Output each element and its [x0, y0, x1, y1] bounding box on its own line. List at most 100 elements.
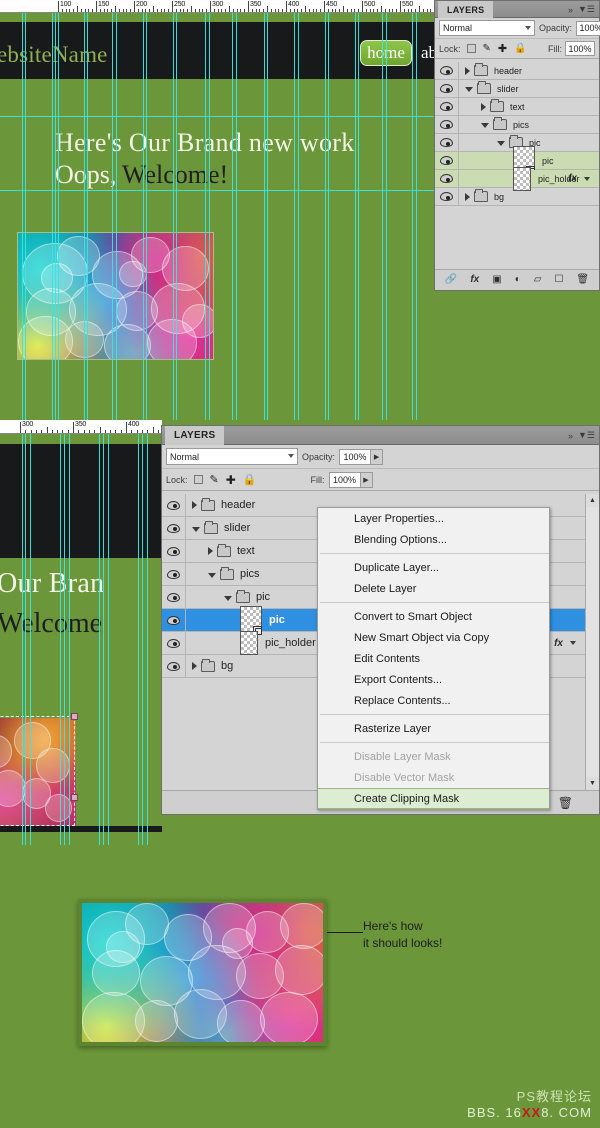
- top-horizontal-ruler[interactable]: 100150200250300350400450500550600: [0, 0, 435, 13]
- fx-icon[interactable]: fx: [470, 275, 479, 285]
- lock-image-pixels-icon-bottom[interactable]: ✎: [210, 473, 219, 486]
- chevron-right-icon[interactable]: [481, 102, 486, 111]
- layers-panel-bottom-tab-controls[interactable]: » ▼☰: [568, 430, 595, 441]
- chevron-down-icon[interactable]: [224, 595, 232, 601]
- layer-visibility-toggle[interactable]: [162, 655, 186, 677]
- lock-row-top[interactable]: Lock: ✎ ✚ 🔒 Fill: 100%: [435, 39, 599, 59]
- layer-row-body[interactable]: pics: [459, 116, 599, 133]
- mockup-nav-home-button[interactable]: home: [360, 40, 412, 66]
- layer-list-scrollbar[interactable]: ▲ ▼: [585, 494, 599, 790]
- context-menu-item[interactable]: Blending Options...: [318, 529, 549, 550]
- scroll-down-arrow-icon[interactable]: ▼: [586, 777, 599, 790]
- lock-row-bottom[interactable]: Lock: ✎ ✚ 🔒 Fill: 100% ▶: [162, 469, 599, 491]
- layer-visibility-toggle[interactable]: [162, 609, 186, 631]
- fill-value-top[interactable]: 100%: [565, 41, 595, 56]
- layer-row-body[interactable]: text: [459, 98, 599, 115]
- chevron-down-icon[interactable]: [465, 87, 473, 92]
- top-canvas[interactable]: ebsiteName home ab Here's Our Brand new …: [0, 0, 435, 420]
- opacity-stepper-bottom[interactable]: ▶: [371, 448, 384, 465]
- layer-visibility-toggle[interactable]: [435, 80, 459, 97]
- layer-visibility-toggle[interactable]: [162, 563, 186, 585]
- context-menu-item[interactable]: Rasterize Layer: [318, 718, 549, 739]
- collapse-panel-icon[interactable]: »: [568, 5, 573, 15]
- context-menu-item[interactable]: Duplicate Layer...: [318, 557, 549, 578]
- layer-row-text[interactable]: text: [435, 98, 599, 116]
- fx-expand-chevron-icon[interactable]: [570, 641, 576, 645]
- layer-row-slider[interactable]: slider: [435, 80, 599, 98]
- layer-row-pic_holder[interactable]: pic_holder fx: [435, 166, 599, 191]
- fx-indicator-icon[interactable]: fx: [554, 638, 563, 649]
- context-menu-item[interactable]: Create Clipping Mask: [318, 788, 549, 809]
- layers-panel-top-tabbar[interactable]: LAYERS » ▼☰: [435, 1, 599, 18]
- lock-icons-bottom[interactable]: ✎ ✚ 🔒: [193, 473, 257, 487]
- mockup-nav-about-text[interactable]: ab: [421, 43, 435, 63]
- layer-visibility-toggle[interactable]: [162, 586, 186, 608]
- lock-all-icon[interactable]: 🔒: [514, 43, 526, 54]
- blend-row-top[interactable]: Normal Opacity: 100% ▶: [435, 18, 600, 39]
- layers-panel-top[interactable]: LAYERS » ▼☰ Normal Opacity: 100% ▶ Lock:…: [434, 0, 600, 291]
- layers-panel-top-tab-controls[interactable]: » ▼☰: [568, 4, 595, 15]
- layer-row-body[interactable]: header: [459, 62, 599, 79]
- opacity-value-top[interactable]: 100%: [576, 20, 600, 36]
- fill-stepper-bottom[interactable]: ▶: [360, 471, 373, 488]
- add-mask-icon[interactable]: ▣: [492, 275, 501, 285]
- adjustment-icon[interactable]: ◐: [515, 275, 521, 285]
- layer-visibility-toggle[interactable]: [435, 116, 459, 133]
- layer-row-pics[interactable]: pics: [435, 116, 599, 134]
- chevron-right-icon[interactable]: [192, 662, 197, 670]
- layer-list-top[interactable]: header slider text pics pic pic pic_holder fx bg: [435, 62, 599, 224]
- context-menu-item[interactable]: Convert to Smart Object: [318, 606, 549, 627]
- trash-icon[interactable]: 🗑: [558, 797, 573, 809]
- layer-visibility-toggle[interactable]: [435, 188, 459, 205]
- blend-mode-select-top[interactable]: Normal: [439, 20, 535, 36]
- chevron-right-icon[interactable]: [465, 192, 470, 201]
- layers-panel-bottom-tabbar[interactable]: LAYERS » ▼☰: [162, 426, 599, 445]
- context-menu-item[interactable]: Delete Layer: [318, 578, 549, 599]
- layer-row-body[interactable]: bg: [459, 188, 599, 205]
- layer-visibility-toggle[interactable]: [162, 517, 186, 539]
- lock-all-icon-bottom[interactable]: 🔒: [243, 473, 257, 486]
- layer-visibility-toggle[interactable]: [162, 494, 186, 516]
- context-menu-item[interactable]: Export Contents...: [318, 669, 549, 690]
- layer-visibility-toggle[interactable]: [435, 62, 459, 79]
- new-layer-icon[interactable]: ☐: [554, 275, 563, 285]
- fill-value-bottom[interactable]: 100%: [328, 471, 361, 488]
- lock-transparent-pixels-icon[interactable]: [466, 44, 476, 53]
- context-menu-item[interactable]: Layer Properties...: [318, 508, 549, 529]
- blend-mode-select-bottom[interactable]: Normal: [166, 448, 298, 465]
- fx-expand-chevron-icon[interactable]: [584, 176, 590, 181]
- delete-layer-icon[interactable]: 🗑: [576, 275, 589, 285]
- layer-visibility-toggle[interactable]: [435, 152, 459, 169]
- transform-handle-top-right[interactable]: [71, 713, 78, 720]
- lock-position-icon-bottom[interactable]: ✚: [226, 473, 236, 487]
- layer-visibility-toggle[interactable]: [435, 98, 459, 115]
- tab-layers-top[interactable]: LAYERS: [438, 1, 494, 18]
- layer-row-bg[interactable]: bg: [435, 188, 599, 206]
- layer-row-body[interactable]: pic_holder: [459, 166, 599, 191]
- tab-layers-bottom[interactable]: LAYERS: [165, 426, 225, 445]
- panel-menu-icon[interactable]: ▼☰: [578, 4, 595, 15]
- chevron-down-icon[interactable]: [208, 572, 216, 578]
- collapse-panel-icon-bottom[interactable]: »: [568, 431, 573, 441]
- chevron-down-icon[interactable]: [192, 526, 200, 532]
- mid-horizontal-ruler[interactable]: 300 350 400: [0, 420, 162, 434]
- context-menu-item[interactable]: Edit Contents: [318, 648, 549, 669]
- layer-thumbnail[interactable]: [513, 166, 531, 191]
- new-group-icon[interactable]: ▱: [534, 275, 542, 285]
- chevron-down-icon[interactable]: [481, 123, 489, 128]
- transform-handle-bottom-right[interactable]: [71, 794, 78, 801]
- layer-context-menu[interactable]: Layer Properties... Blending Options... Du…: [317, 507, 550, 810]
- fx-indicator-icon[interactable]: fx: [568, 173, 577, 184]
- chevron-right-icon[interactable]: [465, 66, 470, 75]
- layer-visibility-toggle[interactable]: [435, 134, 459, 151]
- mid-canvas[interactable]: Our Bran Welcome: [0, 420, 162, 845]
- layer-row-body[interactable]: slider: [459, 80, 599, 97]
- layer-visibility-toggle[interactable]: [162, 540, 186, 562]
- blend-row-bottom[interactable]: Normal Opacity: 100% ▶: [162, 445, 599, 469]
- link-icon[interactable]: 🔗: [445, 275, 457, 285]
- chevron-down-icon[interactable]: [497, 141, 505, 146]
- opacity-value-bottom[interactable]: 100%: [339, 448, 372, 465]
- lock-image-pixels-icon[interactable]: ✎: [483, 43, 491, 54]
- lock-position-icon[interactable]: ✚: [498, 42, 507, 55]
- transform-selection-box[interactable]: [0, 716, 75, 826]
